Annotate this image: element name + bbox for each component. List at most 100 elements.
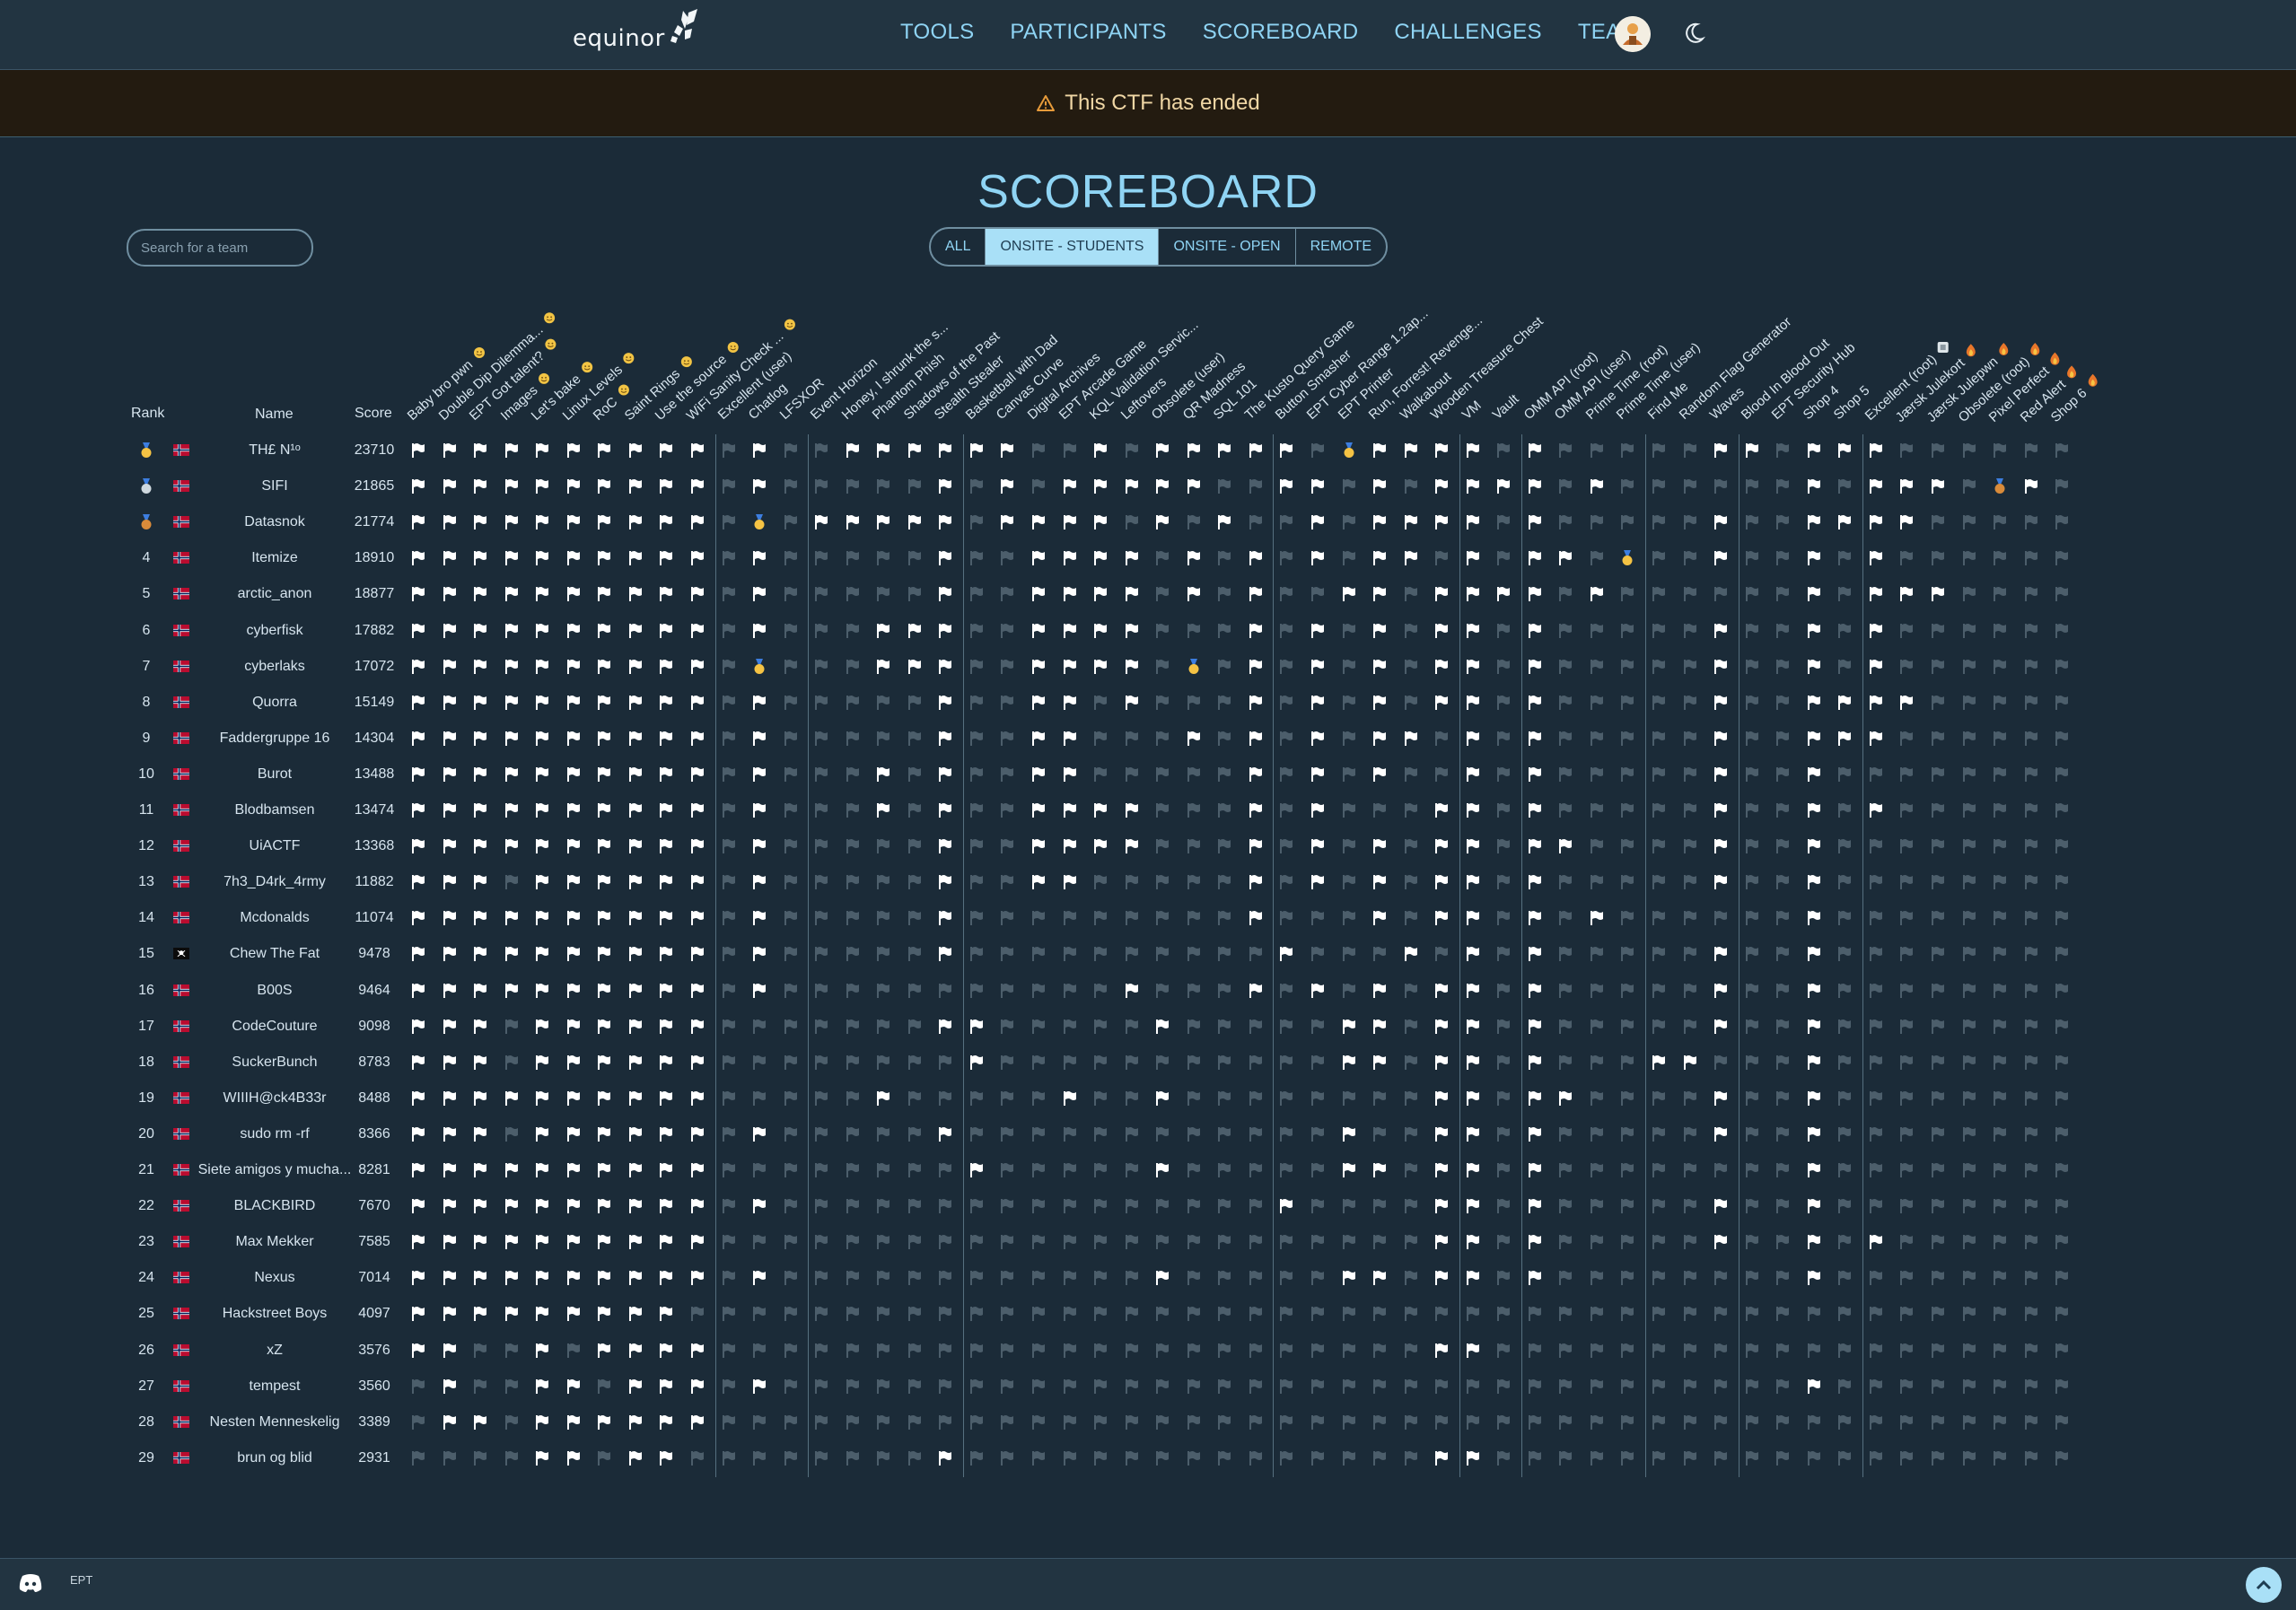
- moon-icon[interactable]: [1684, 22, 1705, 45]
- unsolved-flag-icon: [722, 1343, 736, 1363]
- team-name-link[interactable]: CodeCouture: [197, 1019, 352, 1035]
- unsolved-flag-icon: [2024, 695, 2038, 715]
- team-name-link[interactable]: Itemize: [197, 550, 352, 566]
- unsolved-flag-icon: [1217, 550, 1231, 571]
- unsolved-flag-icon: [846, 623, 860, 643]
- team-name-link[interactable]: brun og blid: [197, 1450, 352, 1466]
- team-name-link[interactable]: Datasnok: [197, 514, 352, 530]
- team-name-link[interactable]: Chew The Fat: [197, 946, 352, 962]
- team-name-link[interactable]: UiACTF: [197, 838, 352, 854]
- unsolved-flag-icon: [752, 1090, 767, 1111]
- team-name-link[interactable]: Quorra: [197, 695, 352, 711]
- unsolved-flag-icon: [1404, 802, 1418, 823]
- team-name-link[interactable]: TH£ N¹ᵒ: [197, 442, 352, 459]
- team-name-link[interactable]: cyberlaks: [197, 659, 352, 675]
- team-name-link[interactable]: Burot: [197, 766, 352, 783]
- team-name-link[interactable]: 7h3_D4rk_4rmy: [197, 874, 352, 890]
- team-name-link[interactable]: B00S: [197, 983, 352, 999]
- ept-logo[interactable]: EPT: [70, 1573, 92, 1587]
- solved-flag-icon: [535, 695, 549, 715]
- team-name-link[interactable]: BLACKBIRD: [197, 1198, 352, 1214]
- solved-flag-icon: [566, 514, 581, 535]
- team-name-link[interactable]: Nesten Menneskelig: [197, 1414, 352, 1431]
- team-name-link[interactable]: SIFI: [197, 478, 352, 494]
- unsolved-flag-icon: [846, 1414, 860, 1435]
- challenge-header[interactable]: Vault: [1490, 391, 1522, 423]
- team-name-link[interactable]: Faddergruppe 16: [197, 731, 352, 747]
- solved-flag-icon: [1466, 1234, 1480, 1255]
- solved-flag-icon: [566, 1414, 581, 1435]
- unsolved-flag-icon: [814, 442, 828, 463]
- unsolved-flag-icon: [2055, 695, 2069, 715]
- nav-scoreboard[interactable]: SCOREBOARD: [1203, 20, 1359, 45]
- team-name-link[interactable]: WIIIH@ck4B33r: [197, 1090, 352, 1107]
- norway-flag-icon: [173, 516, 189, 532]
- unsolved-flag-icon: [1962, 1126, 1976, 1147]
- rank-number: 29: [138, 1449, 154, 1466]
- team-name-link[interactable]: Hackstreet Boys: [197, 1306, 352, 1322]
- team-name-link[interactable]: arctic_anon: [197, 586, 352, 602]
- solved-flag-icon: [1404, 442, 1418, 463]
- solved-flag-icon: [1652, 1054, 1666, 1075]
- team-name-link[interactable]: cyberfisk: [197, 623, 352, 639]
- solved-flag-icon: [876, 659, 890, 679]
- unsolved-flag-icon: [1993, 766, 2007, 787]
- unsolved-flag-icon: [1155, 1343, 1170, 1363]
- unsolved-flag-icon: [1155, 1450, 1170, 1471]
- avatar[interactable]: [1615, 16, 1651, 52]
- unsolved-flag-icon: [1434, 1306, 1449, 1326]
- unsolved-flag-icon: [1745, 1343, 1759, 1363]
- nav-participants[interactable]: PARTICIPANTS: [1010, 20, 1166, 45]
- solved-flag-icon: [938, 838, 952, 859]
- team-name-link[interactable]: SuckerBunch: [197, 1054, 352, 1071]
- unsolved-flag-icon: [846, 766, 860, 787]
- team-search-input[interactable]: [127, 229, 313, 267]
- unsolved-flag-icon: [1404, 1090, 1418, 1111]
- filter-onsite-students[interactable]: ONSITE - STUDENTS: [986, 229, 1160, 265]
- unsolved-flag-icon: [1745, 910, 1759, 931]
- unsolved-flag-icon: [1993, 1162, 2007, 1183]
- solved-flag-icon: [1372, 838, 1387, 859]
- solved-flag-icon: [659, 1234, 673, 1255]
- solved-flag-icon: [1031, 838, 1046, 859]
- nav-tools[interactable]: TOOLS: [900, 20, 974, 45]
- challenge-header[interactable]: VM: [1459, 398, 1484, 423]
- unsolved-flag-icon: [1155, 586, 1170, 607]
- unsolved-flag-icon: [1155, 838, 1170, 859]
- solved-flag-icon: [1466, 1162, 1480, 1183]
- unsolved-flag-icon: [1775, 1019, 1790, 1039]
- team-name-link[interactable]: Blodbamsen: [197, 802, 352, 818]
- team-name-link[interactable]: Mcdonalds: [197, 910, 352, 926]
- unsolved-flag-icon: [1620, 1019, 1634, 1039]
- discord-icon[interactable]: [18, 1573, 43, 1593]
- solved-flag-icon: [473, 623, 487, 643]
- unsolved-flag-icon: [1031, 442, 1046, 463]
- team-name-link[interactable]: xZ: [197, 1343, 352, 1359]
- solved-flag-icon: [504, 1306, 519, 1326]
- equinor-logo[interactable]: equinor: [573, 9, 699, 52]
- unsolved-flag-icon: [907, 838, 922, 859]
- unsolved-flag-icon: [1558, 1019, 1573, 1039]
- team-name-link[interactable]: Max Mekker: [197, 1234, 352, 1250]
- nav-challenges[interactable]: CHALLENGES: [1394, 20, 1541, 45]
- solved-flag-icon: [1310, 802, 1325, 823]
- unsolved-flag-icon: [1496, 442, 1511, 463]
- team-name-link[interactable]: Nexus: [197, 1270, 352, 1286]
- team-name-link[interactable]: sudo rm -rf: [197, 1126, 352, 1142]
- solved-flag-icon: [566, 766, 581, 787]
- solved-flag-icon: [1528, 1270, 1542, 1291]
- filter-onsite-open[interactable]: ONSITE - OPEN: [1159, 229, 1296, 265]
- team-name-link[interactable]: tempest: [197, 1378, 352, 1395]
- unsolved-flag-icon: [1187, 1450, 1201, 1471]
- solved-flag-icon: [504, 910, 519, 931]
- unsolved-flag-icon: [1496, 659, 1511, 679]
- team-name-link[interactable]: Siete amigos y mucha...: [197, 1162, 352, 1178]
- unsolved-flag-icon: [1155, 1414, 1170, 1435]
- filter-all[interactable]: ALL: [931, 229, 986, 265]
- scroll-top-button[interactable]: [2246, 1567, 2282, 1603]
- filter-remote[interactable]: REMOTE: [1296, 229, 1386, 265]
- unsolved-flag-icon: [1279, 766, 1293, 787]
- unsolved-flag-icon: [722, 514, 736, 535]
- unsolved-flag-icon: [1496, 802, 1511, 823]
- unsolved-flag-icon: [1993, 802, 2007, 823]
